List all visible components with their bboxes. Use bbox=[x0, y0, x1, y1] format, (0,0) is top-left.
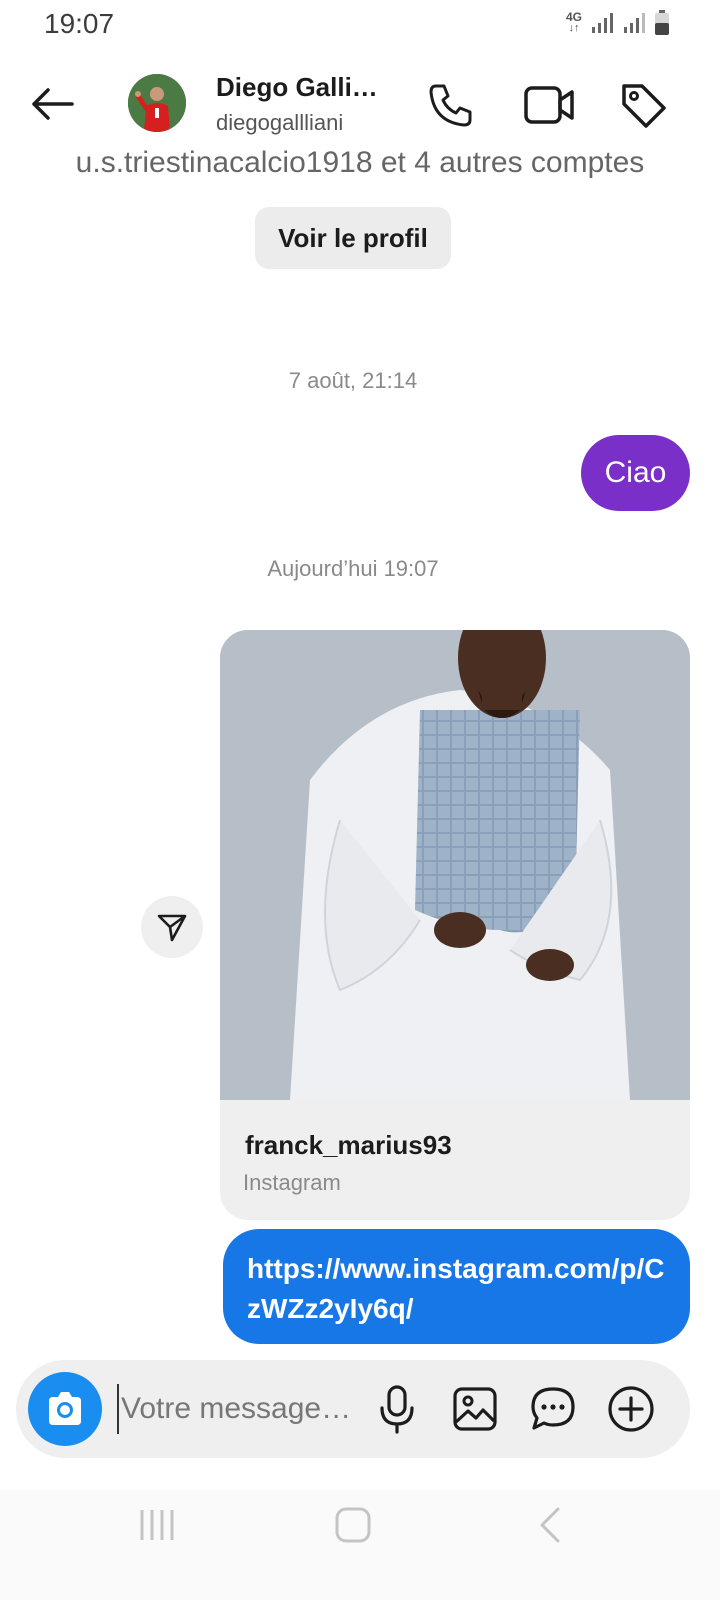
message-bubble-ciao[interactable]: Ciao bbox=[581, 435, 690, 511]
chevron-left-icon bbox=[540, 1507, 560, 1543]
chat-header: Diego Galli… diegogallliani bbox=[0, 60, 720, 150]
message-composer bbox=[16, 1360, 690, 1458]
microphone-icon bbox=[380, 1385, 414, 1434]
sticker-chat-icon bbox=[531, 1387, 575, 1430]
message-text: Ciao bbox=[604, 456, 667, 489]
home-button[interactable] bbox=[334, 1506, 372, 1544]
home-icon bbox=[335, 1507, 371, 1543]
avatar-photo bbox=[128, 74, 186, 132]
camera-button[interactable] bbox=[28, 1372, 102, 1446]
post-image[interactable] bbox=[220, 630, 690, 1100]
voice-call-button[interactable] bbox=[426, 80, 476, 130]
signal-icon bbox=[592, 13, 613, 33]
system-back-button[interactable] bbox=[536, 1506, 566, 1544]
plus-circle-icon bbox=[608, 1386, 654, 1432]
gallery-button[interactable] bbox=[450, 1384, 500, 1434]
back-arrow-icon bbox=[32, 88, 74, 120]
shared-post-card[interactable]: franck_marius93 Instagram bbox=[220, 630, 690, 1220]
recents-icon bbox=[140, 1510, 174, 1540]
image-gallery-icon bbox=[453, 1387, 497, 1431]
video-camera-icon bbox=[524, 86, 574, 124]
send-paper-plane-icon bbox=[157, 914, 187, 942]
avatar[interactable] bbox=[128, 74, 186, 132]
battery-icon bbox=[655, 10, 669, 35]
date-separator: 7 août, 21:14 bbox=[288, 368, 418, 393]
date-separator: Aujourd’hui 19:07 bbox=[267, 556, 439, 581]
status-bar: 19:07 4G ↓↑ bbox=[0, 0, 720, 52]
message-input[interactable] bbox=[117, 1384, 357, 1434]
share-button[interactable] bbox=[141, 896, 203, 958]
post-author: franck_marius93 bbox=[245, 1130, 452, 1160]
contact-handle: diegogallliani bbox=[216, 110, 344, 135]
phone-icon bbox=[429, 84, 472, 127]
microphone-button[interactable] bbox=[374, 1384, 420, 1434]
sticker-button[interactable] bbox=[528, 1384, 578, 1434]
back-button[interactable] bbox=[26, 82, 80, 126]
view-profile-button[interactable]: Voir le profil bbox=[255, 207, 451, 269]
tag-button[interactable] bbox=[618, 80, 668, 130]
network-4g-icon: 4G ↓↑ bbox=[565, 10, 582, 34]
post-source: Instagram bbox=[243, 1170, 341, 1195]
system-nav-bar bbox=[0, 1490, 720, 1600]
contact-name[interactable]: Diego Galli… bbox=[216, 72, 378, 103]
status-icons: 4G ↓↑ bbox=[566, 10, 670, 36]
tag-icon bbox=[622, 84, 666, 128]
status-time: 19:07 bbox=[44, 8, 115, 39]
post-photo bbox=[220, 630, 690, 1100]
recents-button[interactable] bbox=[136, 1508, 176, 1542]
video-call-button[interactable] bbox=[522, 80, 576, 130]
message-bubble-link[interactable]: https://www.instagram.com/p/CzWZz2yIy6q/ bbox=[223, 1229, 690, 1344]
mutual-followers-text: u.s.triestinacalcio1918 et 4 autres comp… bbox=[75, 146, 645, 179]
camera-icon bbox=[49, 1392, 81, 1425]
signal-icon bbox=[624, 13, 645, 33]
link-text[interactable]: https://www.instagram.com/p/CzWZz2yIy6q/ bbox=[247, 1253, 664, 1324]
more-options-button[interactable] bbox=[606, 1384, 656, 1434]
